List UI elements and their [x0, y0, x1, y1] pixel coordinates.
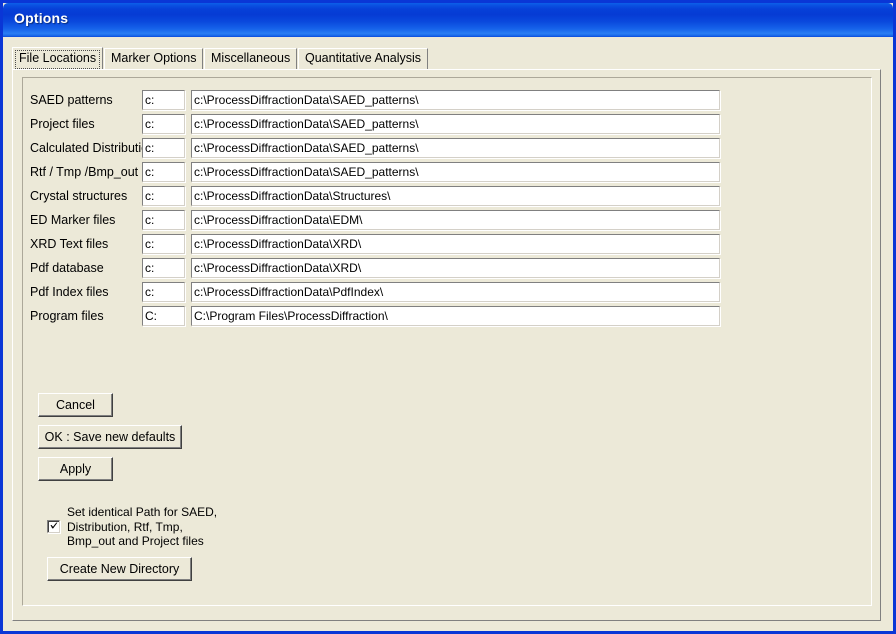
file-location-row: Calculated Distributions c: c:\ProcessDiff…	[23, 138, 723, 160]
tab-strip: File Locations Marker Options Miscellaneou…	[12, 47, 880, 70]
checkmark-icon	[50, 522, 58, 529]
drive-input[interactable]: c:	[142, 90, 185, 110]
options-dialog-window: Options File Locations Marker Options Misc…	[0, 0, 896, 634]
path-input[interactable]: c:\ProcessDiffractionData\XRD\	[191, 234, 720, 254]
title-bar[interactable]: Options	[3, 3, 893, 37]
identical-path-label: Set identical Path for SAED, Distributio…	[67, 505, 217, 549]
file-location-label: SAED patterns	[30, 93, 113, 107]
path-input[interactable]: c:\ProcessDiffractionData\SAED_patterns\	[191, 138, 720, 158]
file-location-row: XRD Text files c: c:\ProcessDiffractionDat…	[23, 234, 723, 256]
file-location-label: Crystal structures	[30, 189, 128, 203]
drive-input[interactable]: c:	[142, 210, 185, 230]
tab-label: Miscellaneous	[211, 51, 291, 65]
identical-path-label-line3: Bmp_out and Project files	[67, 534, 204, 548]
file-location-label: Rtf / Tmp /Bmp_out	[30, 165, 139, 179]
file-location-label: Pdf database	[30, 261, 104, 275]
file-location-label: Project files	[30, 117, 95, 131]
identical-path-checkbox[interactable]	[47, 520, 60, 533]
path-input[interactable]: c:\ProcessDiffractionData\SAED_patterns\	[191, 114, 720, 134]
file-location-row: SAED patterns c: c:\ProcessDiffractionData…	[23, 90, 723, 112]
cancel-button[interactable]: Cancel	[38, 393, 113, 417]
path-input[interactable]: c:\ProcessDiffractionData\SAED_patterns\	[191, 162, 720, 182]
tab-file-locations[interactable]: File Locations	[12, 47, 104, 70]
file-location-row: ED Marker files c: c:\ProcessDiffractionDa…	[23, 210, 723, 232]
file-locations-group-frame: SAED patterns c: c:\ProcessDiffractionData…	[22, 77, 872, 606]
file-location-row: Program files C: C:\Program Files\ProcessD…	[23, 306, 723, 328]
tab-label: File Locations	[19, 51, 97, 65]
drive-input[interactable]: c:	[142, 138, 185, 158]
drive-input[interactable]: c:	[142, 258, 185, 278]
identical-path-label-line1: Set identical Path for SAED,	[67, 505, 218, 519]
tab-quantitative-analysis[interactable]: Quantitative Analysis	[298, 48, 429, 69]
path-input[interactable]: c:\ProcessDiffractionData\EDM\	[191, 210, 720, 230]
drive-input[interactable]: c:	[142, 186, 185, 206]
tab-miscellaneous[interactable]: Miscellaneous	[204, 48, 298, 69]
ok-save-defaults-button[interactable]: OK : Save new defaults	[38, 425, 182, 449]
file-location-row: Crystal structures c: c:\ProcessDiffractio…	[23, 186, 723, 208]
dialog-client-area: File Locations Marker Options Miscellaneou…	[3, 37, 893, 631]
tab-page-file-locations: SAED patterns c: c:\ProcessDiffractionData…	[12, 69, 881, 621]
tab-label: Quantitative Analysis	[305, 51, 422, 65]
tab-label: Marker Options	[111, 51, 197, 65]
path-input[interactable]: c:\ProcessDiffractionData\PdfIndex\	[191, 282, 720, 302]
drive-input[interactable]: c:	[142, 114, 185, 134]
file-location-label: ED Marker files	[30, 213, 116, 227]
file-location-row: Pdf Index files c: c:\ProcessDiffractionDa…	[23, 282, 723, 304]
file-location-row: Project files c: c:\ProcessDiffractionData…	[23, 114, 723, 136]
drive-input[interactable]: c:	[142, 282, 185, 302]
file-location-row: Pdf database c: c:\ProcessDiffractionData\…	[23, 258, 723, 280]
apply-button[interactable]: Apply	[38, 457, 113, 481]
drive-input[interactable]: c:	[142, 162, 185, 182]
create-new-directory-button[interactable]: Create New Directory	[47, 557, 192, 581]
file-location-label: XRD Text files	[30, 237, 109, 251]
path-input[interactable]: c:\ProcessDiffractionData\XRD\	[191, 258, 720, 278]
path-input[interactable]: c:\ProcessDiffractionData\SAED_patterns\	[191, 90, 720, 110]
drive-input[interactable]: C:	[142, 306, 185, 326]
drive-input[interactable]: c:	[142, 234, 185, 254]
file-location-label: Pdf Index files	[30, 285, 109, 299]
tab-marker-options[interactable]: Marker Options	[104, 48, 204, 69]
path-input[interactable]: c:\ProcessDiffractionData\Structures\	[191, 186, 720, 206]
identical-path-checkbox-row[interactable]: Set identical Path for SAED, Distributio…	[40, 505, 320, 549]
identical-path-label-line2: Distribution, Rtf, Tmp,	[67, 519, 183, 534]
path-input[interactable]: C:\Program Files\ProcessDiffraction\	[191, 306, 720, 326]
window-title: Options	[14, 10, 69, 26]
file-location-row: Rtf / Tmp /Bmp_out c: c:\ProcessDiffractio…	[23, 162, 723, 184]
file-location-label: Program files	[30, 309, 104, 323]
